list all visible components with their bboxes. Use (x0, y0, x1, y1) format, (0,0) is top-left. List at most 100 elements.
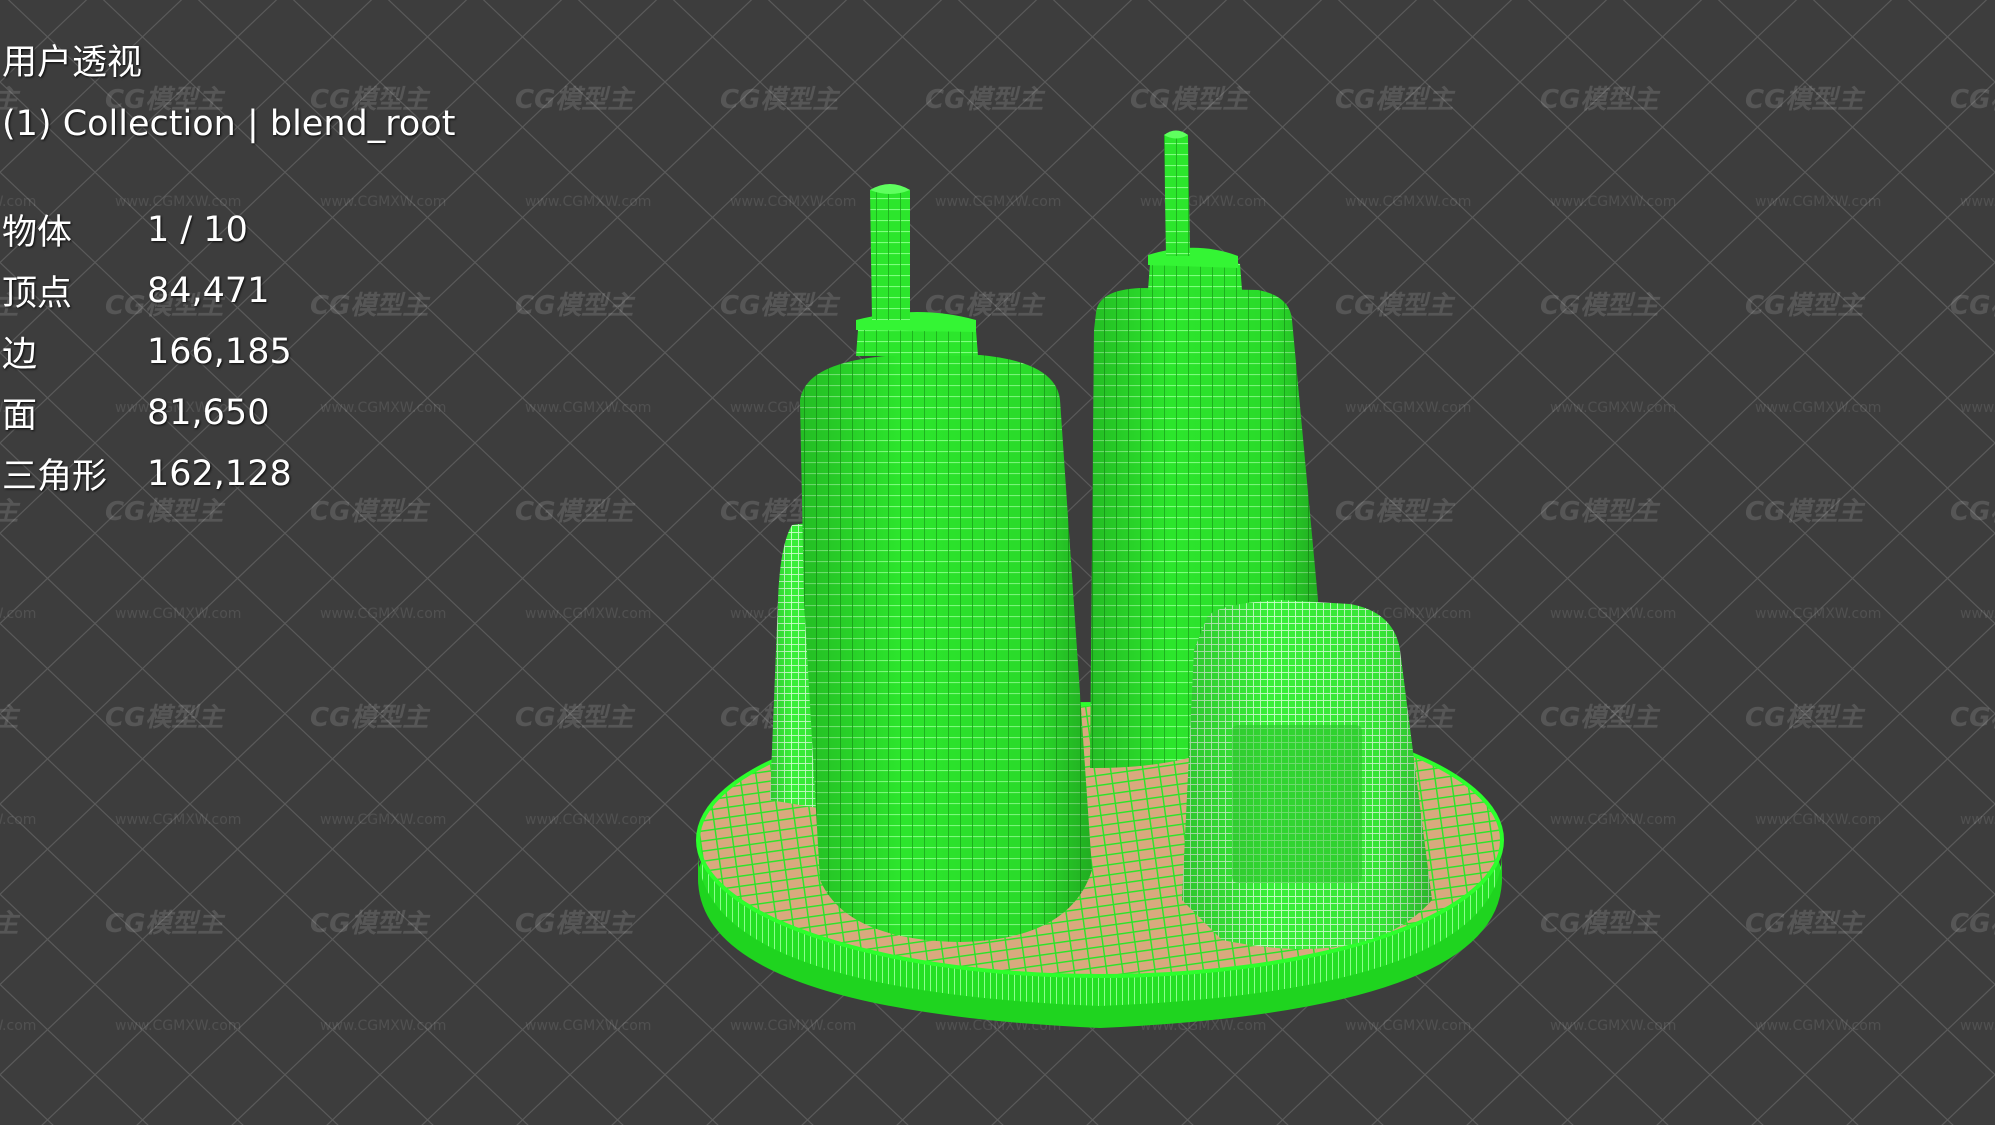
stat-row-triangles: 三角形 162,128 (2, 443, 292, 504)
watermark-url: www.CGMXW.com (1345, 1018, 1471, 1034)
grid-line (1825, 0, 1995, 1125)
watermark-url: www.CGMXW.com (1755, 194, 1881, 210)
watermark-logo: CG模型主 (1950, 497, 1995, 527)
grid-line (0, 983, 149, 1125)
watermark-logo: CG模型主 (1540, 291, 1661, 321)
grid-line (0, 1073, 54, 1125)
watermark-url: www.CGMXW.com (1345, 194, 1471, 210)
watermark-logo: CG模型主 (720, 291, 841, 321)
stat-row-objects: 物体 1 / 10 (2, 199, 292, 260)
3d-viewport[interactable]: CG模型主 www.CGMXW.com CG模型主 www.CGMXW.com CG模型… (0, 0, 1995, 1125)
grid-line (0, 532, 624, 1125)
watermark-logo: CG模型主 (1540, 85, 1661, 115)
grid-line (0, 442, 719, 1125)
watermark-url: www.CGMXW.com (115, 812, 241, 828)
watermark-logo: CG模型主 (515, 497, 636, 527)
watermark-logo: CG模型主 (515, 909, 636, 939)
watermark-logo: CG模型主 (515, 703, 636, 733)
watermark-logo: CG模型主 (0, 909, 21, 939)
watermark-url: www.CGMXW.com (320, 194, 446, 210)
stat-label: 物体 (2, 213, 73, 253)
watermark-url: www.CGMXW.com (1550, 194, 1676, 210)
grid-line (0, 0, 183, 174)
watermark-url: www.CGMXW.com (1550, 812, 1676, 828)
watermark-logo: CG模型主 (310, 291, 431, 321)
watermark-url: www.CGMXW.com (525, 400, 651, 416)
watermark-url: www.CGMXW.com (1550, 606, 1676, 622)
watermark-logo: CG模型主 (1745, 909, 1866, 939)
watermark-logo: CG模型主 (310, 497, 431, 527)
watermark-logo: CG模型主 (1335, 85, 1456, 115)
stat-row-faces: 面 81,650 (2, 382, 292, 443)
watermark-url: www.CGMXW.com (1755, 1018, 1881, 1034)
watermark-logo: CG模型主 (925, 85, 1046, 115)
watermark-url: www.CGMXW.com (1960, 1018, 1995, 1034)
watermark-url: www.CGMXW.com (320, 400, 446, 416)
watermark-url: www.CGMXW.com (0, 812, 36, 828)
watermark-logo: CG模型主 (105, 703, 226, 733)
watermark-url: www.CGMXW.com (1140, 194, 1266, 210)
grid-line (1846, 983, 1995, 1125)
watermark-url: www.CGMXW.com (1550, 400, 1676, 416)
watermark-url: www.CGMXW.com (1755, 812, 1881, 828)
watermark-logo: CG模型主 (1335, 497, 1456, 527)
watermark-logo: CG模型主 (515, 85, 636, 115)
grid-line (1561, 712, 1995, 1125)
watermark-logo: CG模型主 (1745, 703, 1866, 733)
grid-line (0, 622, 529, 1125)
watermark-url: www.CGMXW.com (320, 812, 446, 828)
stat-label: 面 (2, 396, 38, 436)
grid-line (1812, 0, 1995, 174)
stat-row-vertices: 顶点 84,471 (2, 260, 292, 321)
watermark-logo: CG模型主 (1130, 85, 1251, 115)
watermark-logo: CG模型主 (1950, 85, 1995, 115)
watermark-url: www.CGMXW.com (115, 1018, 241, 1034)
view-name-label: 用户透视 (2, 43, 143, 83)
grid-line (0, 893, 244, 1125)
watermark-url: www.CGMXW.com (935, 194, 1061, 210)
watermark-url: www.CGMXW.com (1550, 1018, 1676, 1034)
stat-value: 1 / 10 (147, 209, 248, 250)
shaker-label-patch (1232, 725, 1362, 883)
watermark-url: www.CGMXW.com (0, 1018, 36, 1034)
wireframe-model[interactable] (696, 130, 1504, 1029)
grid-line (0, 712, 434, 1125)
watermark-url: www.CGMXW.com (525, 194, 651, 210)
watermark-logo: CG模型主 (1540, 703, 1661, 733)
stat-value: 81,650 (147, 392, 270, 433)
grid-line (0, 0, 265, 1125)
scene-statistics: 物体 1 / 10 顶点 84,471 边 166,185 面 81,650 三… (2, 199, 292, 504)
front-shaker-object[interactable] (1182, 600, 1432, 949)
stat-row-edges: 边 166,185 (2, 321, 292, 382)
grid-line (1466, 622, 1995, 1125)
watermark-url: www.CGMXW.com (320, 1018, 446, 1034)
watermark-logo: CG模型主 (310, 909, 431, 939)
collection-label: (1) Collection | blend_root (2, 104, 456, 144)
stat-value: 166,185 (147, 331, 292, 372)
watermark-url: www.CGMXW.com (115, 606, 241, 622)
watermark-url: www.CGMXW.com (1960, 812, 1995, 828)
viewport-canvas[interactable]: CG模型主 www.CGMXW.com CG模型主 www.CGMXW.com CG模型… (0, 0, 1995, 1125)
watermark-logo: CG模型主 (105, 909, 226, 939)
watermark-logo: CG模型主 (1540, 497, 1661, 527)
watermark-logo: CG模型主 (1745, 85, 1866, 115)
watermark-logo: CG模型主 (0, 703, 21, 733)
watermark-url: www.CGMXW.com (0, 606, 36, 622)
watermark-logo: CG模型主 (1745, 497, 1866, 527)
stat-value: 162,128 (147, 453, 292, 494)
grid-line (1717, 0, 1995, 264)
watermark-url: www.CGMXW.com (525, 606, 651, 622)
grid-line (0, 0, 88, 83)
watermark-logo: CG模型主 (1540, 909, 1661, 939)
watermark-url: www.CGMXW.com (1960, 400, 1995, 416)
stat-label: 三角形 (2, 457, 108, 497)
watermark-url: www.CGMXW.com (730, 1018, 856, 1034)
watermark-logo: CG模型主 (1335, 291, 1456, 321)
watermark-logo: CG模型主 (515, 291, 636, 321)
watermark-url: www.CGMXW.com (730, 194, 856, 210)
grid-line (1751, 893, 1995, 1125)
grid-line (0, 0, 170, 1125)
grid-line (0, 803, 339, 1125)
grid-line (0, 0, 373, 354)
grid-line (1907, 0, 1995, 83)
